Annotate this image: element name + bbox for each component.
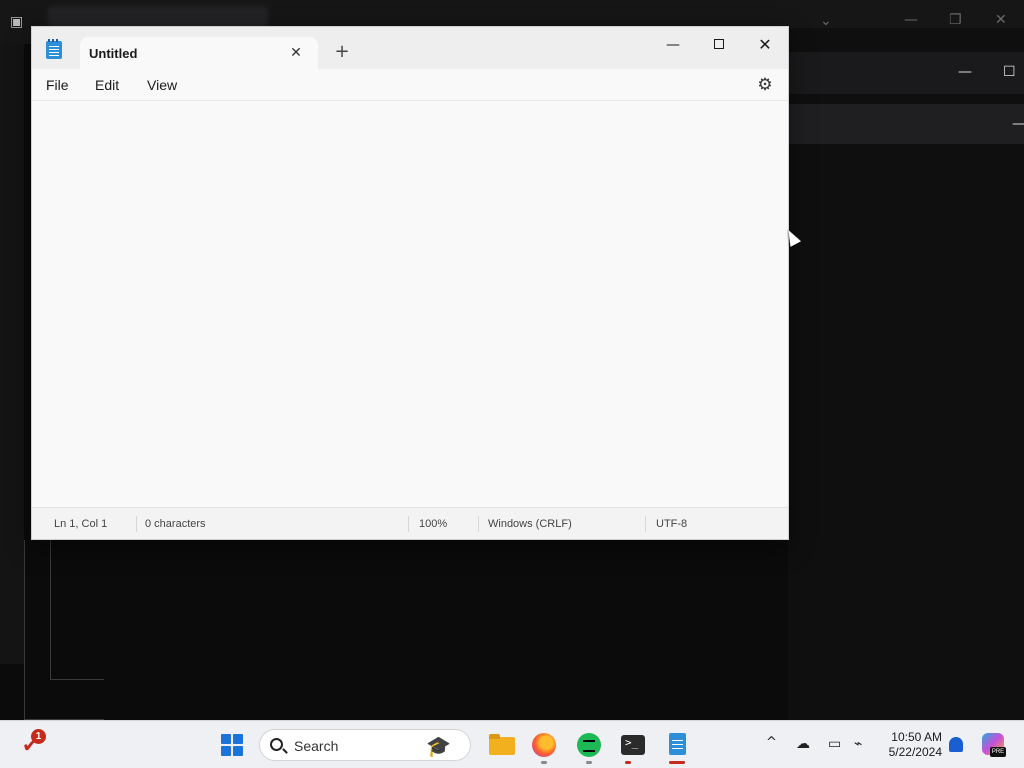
background-maximize-icon-2: ☐ [1003,64,1016,80]
onedrive-offline-icon[interactable]: ☁ [796,736,810,752]
background-minimize-icon-2: — [958,64,972,80]
taskbar-search[interactable]: Search 🎓 [259,729,471,761]
background-window-toolbar [788,52,1024,94]
file-explorer-icon[interactable] [486,729,518,761]
background-close-icon: ✕ [995,12,1007,28]
clock-date: 5/22/2024 [888,745,942,759]
display-icon[interactable]: ▭ [828,736,841,752]
maximize-icon [714,39,724,49]
background-minimize-icon: — [904,12,918,28]
active-indicator [669,761,685,764]
running-indicator [586,761,592,764]
tray-overflow-chevron-icon[interactable]: ^ [766,735,777,750]
clock[interactable]: 10:50 AM 5/22/2024 [880,730,942,760]
menu-bar: File Edit View ⚙ [32,69,788,101]
background-minimize-icon-3: — [1012,116,1024,132]
status-encoding[interactable]: UTF-8 [656,518,687,530]
background-chevron-icon: ⌄ [820,13,832,29]
new-tab-button[interactable]: + [330,41,354,65]
network-volume-icon[interactable]: ⌁ [854,736,862,752]
status-bar: Ln 1, Col 1 0 characters 100% Windows (C… [32,507,788,539]
maximize-button[interactable] [698,31,740,59]
status-zoom[interactable]: 100% [419,518,447,530]
gear-icon[interactable]: ⚙ [756,76,774,94]
start-button[interactable] [221,734,243,756]
background-window-edge [0,44,24,664]
background-window-tabbar [788,104,1024,144]
status-divider [136,516,137,532]
menu-edit[interactable]: Edit [95,77,119,93]
running-indicator [625,761,631,764]
running-indicator [541,761,547,764]
background-app-icon: ▣ [10,14,24,30]
notepad-window: Untitled ✕ + — ✕ File Edit View ⚙ Ln 1, … [31,26,789,540]
menu-file[interactable]: File [46,77,69,93]
background-window-frame-inner [50,540,104,680]
notification-bell-icon[interactable] [949,737,963,752]
background-maximize-icon: ❐ [949,12,962,28]
minimize-button[interactable]: — [652,31,694,59]
graduation-cap-icon: 🎓 [426,734,451,758]
taskbar: ✔ 1 Search 🎓 ^ ☁ ▭ ⌁ 10:50 AM 5/22/2024 … [0,720,1024,768]
status-divider [408,516,409,532]
copilot-preview-badge: PRE [990,747,1006,757]
status-line-ending[interactable]: Windows (CRLF) [488,518,572,530]
windows-logo-pane [221,746,231,756]
status-position: Ln 1, Col 1 [54,518,108,530]
tab-title: Untitled [89,46,138,61]
text-editor[interactable] [32,102,788,506]
windows-logo-pane [221,734,231,744]
clock-time: 10:50 AM [891,730,942,744]
search-icon [270,738,283,751]
search-label: Search [294,738,339,754]
titlebar[interactable]: Untitled ✕ + — ✕ [32,27,788,69]
status-character-count: 0 characters [145,518,206,530]
terminal-icon[interactable] [617,729,649,761]
firefox-icon[interactable] [528,729,560,761]
notepad-taskbar-icon[interactable] [661,729,693,761]
notepad-app-icon [46,39,62,59]
close-button[interactable]: ✕ [744,31,786,59]
spotify-icon[interactable] [573,729,605,761]
status-divider [478,516,479,532]
status-divider [645,516,646,532]
background-window-title [48,6,268,28]
tab-close-icon[interactable]: ✕ [286,43,306,63]
tab-untitled[interactable]: Untitled ✕ [80,37,318,69]
windows-logo-pane [233,746,243,756]
notification-badge: 1 [31,729,46,744]
menu-view[interactable]: View [147,77,177,93]
windows-logo-pane [233,734,243,744]
